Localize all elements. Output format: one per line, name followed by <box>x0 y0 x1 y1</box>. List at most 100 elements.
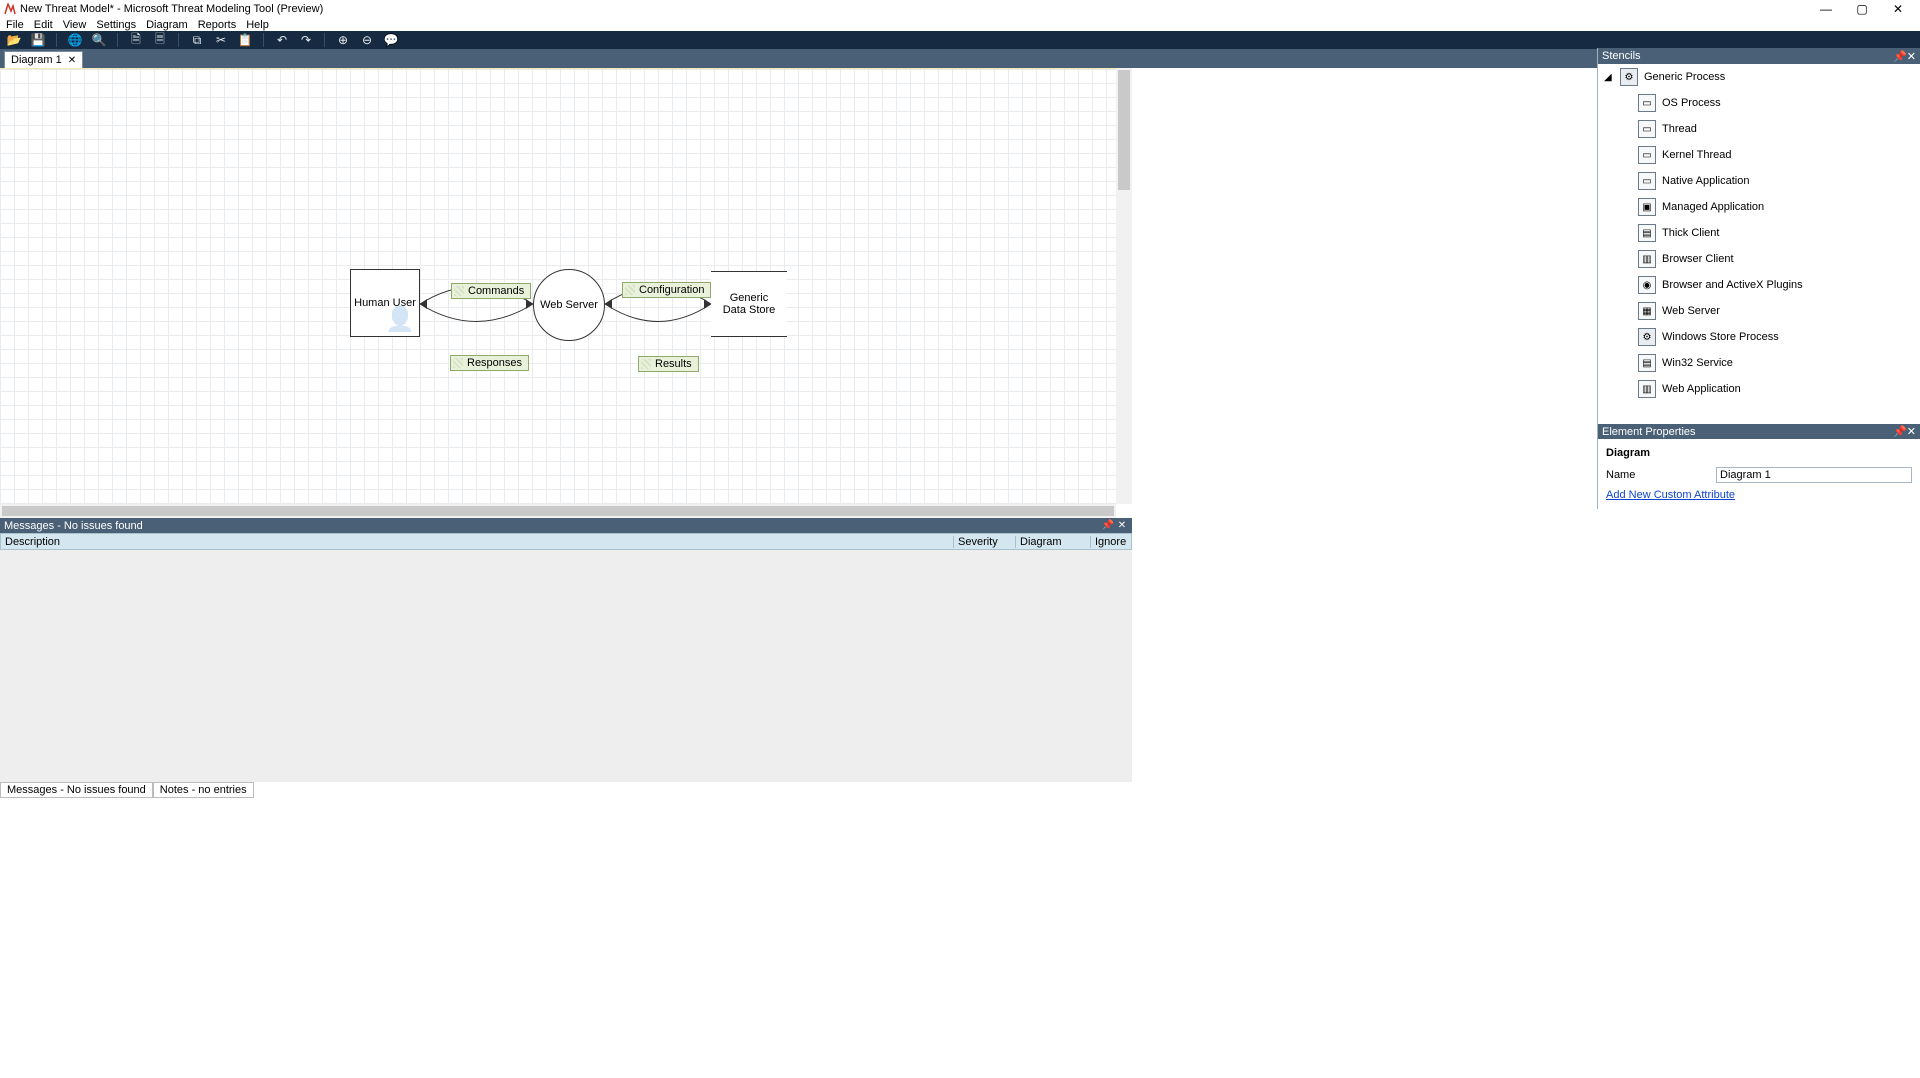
feedback-icon[interactable]: 💬 <box>383 32 399 48</box>
new-page-icon[interactable]: 🗎 <box>128 32 144 48</box>
col-diagram[interactable]: Diagram <box>1016 536 1091 548</box>
tree-toggle-icon[interactable]: ◢ <box>1604 72 1614 83</box>
stencil-icon: ▥ <box>1638 250 1656 268</box>
menu-diagram[interactable]: Diagram <box>146 19 188 31</box>
redo-icon[interactable]: ↷ <box>298 32 314 48</box>
property-name-row: Name <box>1606 467 1912 483</box>
diagram-canvas[interactable]: Human User 👤 Web Server Generic Data Sto… <box>0 68 1116 504</box>
stencil-label: Browser Client <box>1662 253 1734 265</box>
stencil-browser-client[interactable]: ▥ Browser Client <box>1598 246 1920 272</box>
tab-close-icon[interactable]: ✕ <box>68 55 76 66</box>
minimize-button[interactable]: — <box>1808 0 1844 18</box>
col-ignore[interactable]: Ignore <box>1091 536 1131 548</box>
stencil-label: Web Server <box>1662 305 1720 317</box>
status-notes[interactable]: Notes - no entries <box>153 782 254 798</box>
stencil-label: Win32 Service <box>1662 357 1733 369</box>
stencil-parent-generic-process[interactable]: ◢ ⚙ Generic Process <box>1598 64 1920 90</box>
properties-title: Element Properties <box>1602 426 1696 438</box>
close-icon[interactable]: ✕ <box>1907 50 1916 63</box>
properties-header: Element Properties 📌 ✕ <box>1598 424 1920 439</box>
zoom-in-icon[interactable]: ⊕ <box>335 32 351 48</box>
stencil-managed-application[interactable]: ▣ Managed Application <box>1598 194 1920 220</box>
stencil-icon: ▤ <box>1638 354 1656 372</box>
menu-edit[interactable]: Edit <box>34 19 53 31</box>
close-icon[interactable]: ✕ <box>1907 425 1916 438</box>
remove-page-icon[interactable]: 🗏 <box>152 32 168 48</box>
stencil-native-application[interactable]: ▭Native Application <box>1598 168 1920 194</box>
stencil-browser-activex-plugins[interactable]: ◉ Browser and ActiveX Plugins <box>1598 272 1920 298</box>
canvas-horizontal-scrollbar[interactable] <box>0 504 1116 518</box>
stencil-web-application[interactable]: ▥Web Application <box>1598 376 1920 402</box>
stencil-icon: ▥ <box>1638 380 1656 398</box>
home-icon[interactable]: 🌐 <box>67 32 83 48</box>
scrollbar-thumb[interactable] <box>2 506 1114 516</box>
tab-diagram-1[interactable]: Diagram 1 ✕ <box>4 51 83 68</box>
stencil-web-server[interactable]: ▦Web Server <box>1598 298 1920 324</box>
paste-icon[interactable]: 📋 <box>237 32 253 48</box>
pin-icon[interactable]: 📌 <box>1893 425 1907 438</box>
stencil-label: Managed Application <box>1662 201 1764 213</box>
flow-configuration[interactable]: Configuration <box>622 282 711 298</box>
stencil-icon: ◉ <box>1638 276 1656 294</box>
menu-file[interactable]: File <box>6 19 24 31</box>
flow-commands[interactable]: Commands <box>451 283 531 299</box>
stencil-os-process[interactable]: ▭OS Process <box>1598 90 1920 116</box>
scrollbar-thumb[interactable] <box>1118 70 1130 190</box>
toolbar-separator <box>178 33 179 47</box>
add-custom-attribute-link[interactable]: Add New Custom Attribute <box>1606 489 1735 501</box>
workspace: Human User 👤 Web Server Generic Data Sto… <box>0 68 1132 518</box>
node-generic-data-store[interactable]: Generic Data Store <box>711 271 787 337</box>
stencil-label: Browser and ActiveX Plugins <box>1662 279 1803 291</box>
menu-help[interactable]: Help <box>246 19 269 31</box>
right-column: Stencils 📌 ✕ ◢ ⚙ Generic Process ▭OS Pro… <box>1597 48 1920 798</box>
stencil-thick-client[interactable]: ▤Thick Client <box>1598 220 1920 246</box>
stencils-title: Stencils <box>1602 50 1641 62</box>
messages-header: Messages - No issues found 📌 ✕ <box>0 518 1132 533</box>
node-human-user[interactable]: Human User 👤 <box>350 269 420 337</box>
flow-responses[interactable]: Responses <box>450 355 529 371</box>
canvas-vertical-scrollbar[interactable] <box>1116 68 1132 504</box>
stencil-icon: ▭ <box>1638 94 1656 112</box>
stencil-thread[interactable]: ▭Thread <box>1598 116 1920 142</box>
node-label: Web Server <box>540 299 598 311</box>
col-description[interactable]: Description <box>1 536 954 548</box>
stencil-label: Native Application <box>1662 175 1749 187</box>
node-web-server[interactable]: Web Server <box>533 269 605 341</box>
node-label: Generic Data Store <box>719 292 779 316</box>
validate-icon[interactable]: 🔍 <box>91 32 107 48</box>
col-severity[interactable]: Severity <box>954 536 1016 548</box>
maximize-button[interactable]: ▢ <box>1844 0 1880 18</box>
save-icon[interactable]: 💾 <box>30 32 46 48</box>
menu-settings[interactable]: Settings <box>96 19 136 31</box>
stencil-label: Thread <box>1662 123 1697 135</box>
status-messages[interactable]: Messages - No issues found <box>0 782 153 798</box>
menu-reports[interactable]: Reports <box>198 19 237 31</box>
stencil-label: Windows Store Process <box>1662 331 1779 343</box>
open-icon[interactable]: 📂 <box>6 32 22 48</box>
properties-section: Diagram <box>1606 447 1912 459</box>
stencil-icon: ▭ <box>1638 146 1656 164</box>
messages-columns: Description Severity Diagram Ignore <box>0 533 1132 550</box>
zoom-out-icon[interactable]: ⊖ <box>359 32 375 48</box>
toolbar-separator <box>324 33 325 47</box>
pin-icon[interactable]: 📌 <box>1893 50 1907 63</box>
stencil-win32-service[interactable]: ▤ Win32 Service <box>1598 350 1920 376</box>
close-icon[interactable]: ✕ <box>1116 520 1128 532</box>
app-icon <box>4 3 16 15</box>
stencil-windows-store-process[interactable]: ⚙Windows Store Process <box>1598 324 1920 350</box>
copy-icon[interactable]: ⧉ <box>189 32 205 48</box>
stencil-icon: ▣ <box>1638 198 1656 216</box>
stencil-icon: ▤ <box>1638 224 1656 242</box>
menu-view[interactable]: View <box>63 19 87 31</box>
pin-icon[interactable]: 📌 <box>1102 520 1114 532</box>
stencil-kernel-thread[interactable]: ▭Kernel Thread <box>1598 142 1920 168</box>
cut-icon[interactable]: ✂ <box>213 32 229 48</box>
close-button[interactable]: ✕ <box>1880 0 1916 18</box>
toolbar: 📂 💾 🌐 🔍 🗎 🗏 ⧉ ✂ 📋 ↶ ↷ ⊕ ⊖ 💬 <box>0 31 1920 49</box>
stencils-tree[interactable]: ◢ ⚙ Generic Process ▭OS Process ▭Thread … <box>1598 64 1920 424</box>
flow-results[interactable]: Results <box>638 356 699 372</box>
undo-icon[interactable]: ↶ <box>274 32 290 48</box>
process-icon: ⚙ <box>1620 68 1638 86</box>
property-name-input[interactable] <box>1716 467 1912 483</box>
status-bar: Messages - No issues found Notes - no en… <box>0 782 1132 798</box>
